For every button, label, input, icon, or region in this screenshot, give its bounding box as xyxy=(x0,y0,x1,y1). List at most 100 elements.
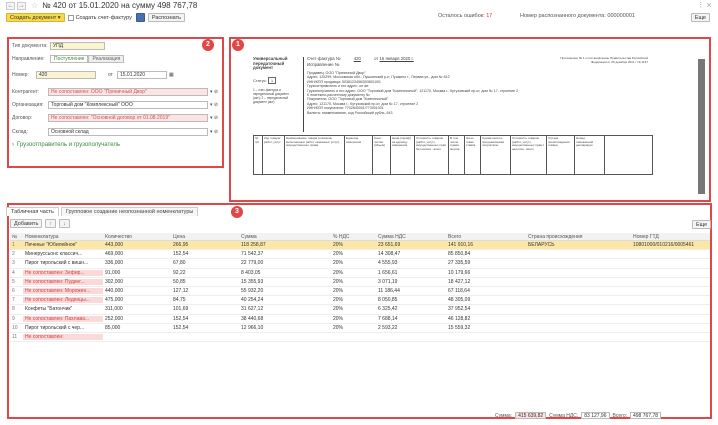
contract-field[interactable]: Не сопоставлен: "Основной договор от 01.… xyxy=(48,114,208,122)
move-up-icon[interactable]: ↑ xyxy=(45,219,57,228)
column-header[interactable]: Номенклатура xyxy=(23,234,103,240)
table-cell-qty: 311,000 xyxy=(105,306,123,313)
add-row-button[interactable]: Добавить xyxy=(10,219,43,228)
calendar-icon[interactable]: ▦ xyxy=(169,72,174,78)
region-badge-1: 1 xyxy=(232,39,244,51)
table-cell-qty: 336,000 xyxy=(105,260,124,267)
grid-more-button[interactable]: Еще xyxy=(692,220,712,229)
move-down-icon[interactable]: ↓ xyxy=(59,219,70,228)
table-row[interactable]: 7 Не сопоставлен: Леденцы... 475,000 84,75 4… xyxy=(10,296,710,306)
upd-table-header: Сумма налога, предъявляемая покупателю xyxy=(481,136,511,174)
column-header[interactable]: Всего xyxy=(446,234,526,240)
warehouse-field[interactable]: Основной склад xyxy=(48,128,208,136)
table-row[interactable]: 10 Пирог тирольский с чер... 85,000 152,54 1… xyxy=(10,324,710,333)
preview-scrollbar[interactable] xyxy=(698,59,705,194)
table-row[interactable]: 2 Минеруссьонс классич... 469,000 152,54 71 … xyxy=(10,250,710,260)
total-label: Всего: xyxy=(612,412,628,419)
column-header[interactable]: Сумма xyxy=(239,234,331,240)
upd-goods-table: № п/п Код товара/ работ, услуг Наименовани… xyxy=(253,135,653,175)
table-row[interactable]: 4 Не сопоставлен: Зефир... 91,000 92,22 8 40… xyxy=(10,269,710,278)
column-header[interactable]: Сумма НДС xyxy=(376,234,446,240)
column-header[interactable]: № xyxy=(10,234,23,240)
table-cell-n: 6 xyxy=(12,288,15,295)
direction-outgoing[interactable]: Реализация xyxy=(88,55,125,63)
table-cell-qty: 302,000 xyxy=(105,278,124,285)
create-document-button[interactable]: Создать документ ▾ xyxy=(6,13,65,22)
column-header[interactable]: Страна происхождения xyxy=(526,234,631,240)
window-controls[interactable]: ⋮ ⨯ xyxy=(697,1,712,9)
table-cell-n: 5 xyxy=(12,278,15,285)
table-cell-total: 48 305,09 xyxy=(448,297,471,304)
column-header[interactable]: Цена xyxy=(171,234,239,240)
table-cell-qty: 440,000 xyxy=(105,288,124,295)
table-cell-name: Не сопоставлен: Пудинг... xyxy=(23,278,103,285)
table-cell-price: 127,12 xyxy=(173,288,189,295)
table-cell-vat: 20% xyxy=(333,288,344,295)
direction-incoming[interactable]: Поступление xyxy=(50,55,89,63)
table-cell-price: 152,54 xyxy=(173,315,189,322)
contract-dropdown-icon[interactable]: ▾ ⊘ xyxy=(210,115,218,121)
errors-label: Осталось ошибок: 17 xyxy=(438,13,493,19)
table-row[interactable]: 6 Не сопоставлен: Морожен... 440,000 127,12… xyxy=(10,287,710,297)
upd-table-header: Стоимость товаров (работ, услуг), имущес… xyxy=(415,136,449,174)
table-cell-qty: 91,000 xyxy=(105,269,121,276)
table-row[interactable]: 8 Конфеты "Батончик" 311,000 101,69 31 627,1… xyxy=(10,305,710,315)
table-cell-price: 67,80 xyxy=(173,260,186,267)
date-field[interactable]: 15.01.2020 xyxy=(116,71,167,79)
table-cell-vat-sum: 11 186,44 xyxy=(378,288,400,295)
table-cell-name: Конфеты "Батончик" xyxy=(25,306,73,313)
table-cell-vat: 20% xyxy=(333,269,344,276)
table-cell-sum: 31 627,12 xyxy=(241,306,264,313)
table-cell-vat-sum: 23 651,69 xyxy=(378,242,401,249)
warehouse-dropdown-icon[interactable]: ▾ ⊘ xyxy=(210,129,218,135)
table-cell-name: Не сопоставлен: Морожен... xyxy=(23,288,103,295)
counterparty-field[interactable]: Не сопоставлен: ООО "Пряничный Двор" xyxy=(48,88,208,96)
document-header-panel: Тип документа: УПД Направление: Поступле… xyxy=(7,37,224,168)
table-cell-name: Печенье "Юбилейное" xyxy=(25,242,78,249)
tab-group-create-nomenclature[interactable]: Групповое создание неопознанной номенкла… xyxy=(60,207,199,216)
more-button[interactable]: Еще xyxy=(690,13,710,22)
column-header[interactable]: % НДС xyxy=(331,234,376,240)
tab-table-part[interactable]: Табличная часть xyxy=(6,207,59,216)
table-cell-vat-sum: 3 071,19 xyxy=(378,278,398,285)
table-row[interactable]: 9 Не сопоставлен: Пахлава... 252,000 152,54… xyxy=(10,315,710,324)
back-button[interactable]: ← xyxy=(6,1,15,10)
upd-table-header: Коли-чество (объем) xyxy=(373,136,391,174)
table-cell-name: Не сопоставлен: Леденцы... xyxy=(23,297,103,304)
table-row[interactable]: 5 Не сопоставлен: Пудинг... 302,000 50,85 15… xyxy=(10,278,710,287)
table-cell-price: 101,69 xyxy=(173,306,189,313)
organization-field[interactable]: Торговый дом "Комплексный" ООО xyxy=(48,101,208,109)
doc-type-field[interactable]: УПД xyxy=(50,42,105,50)
consignor-consignee-link[interactable]: Грузоотправитель и грузополучатель xyxy=(17,142,120,148)
table-row[interactable]: 3 Пирог тирольский с вишн... 336,000 67,80 2… xyxy=(10,259,710,269)
chevron-right-icon: › xyxy=(12,142,14,148)
table-cell-n: 3 xyxy=(12,260,15,267)
table-cell-qty: 443,000 xyxy=(105,242,124,249)
table-cell-vat-sum: 8 050,85 xyxy=(378,297,398,304)
save-icon[interactable] xyxy=(135,13,145,22)
table-cell-n: 1 xyxy=(12,242,15,249)
total-value: 498 767,78 xyxy=(630,412,662,419)
column-header[interactable]: Номер ГТД xyxy=(631,234,710,240)
column-header[interactable]: Количество xyxy=(103,234,171,240)
table-cell-n: 11 xyxy=(12,333,18,340)
forward-button[interactable]: → xyxy=(17,1,26,10)
number-field[interactable]: 420 xyxy=(36,71,96,79)
counterparty-dropdown-icon[interactable]: ▾ ⊘ xyxy=(210,89,218,95)
table-row[interactable]: 11 Не сопоставлен: xyxy=(10,333,710,343)
table-cell-vat-sum: 1 656,61 xyxy=(378,269,398,276)
table-cell-price: 266,95 xyxy=(173,242,189,249)
table-cell-vat: 20% xyxy=(333,306,344,313)
create-invoice-checkbox[interactable] xyxy=(67,14,74,21)
table-cell-total: 18 427,12 xyxy=(448,278,471,285)
upd-preview-page: Универсальный передаточный документ Стат… xyxy=(253,56,653,187)
warehouse-label: Склад: xyxy=(12,129,28,135)
recognize-button[interactable]: Распознать xyxy=(147,13,185,22)
table-row[interactable]: 1 Печенье "Юбилейное" 443,000 266,95 118 258… xyxy=(10,241,710,251)
organization-label: Организация: xyxy=(12,102,44,108)
upd-status-note: 1 – счет-фактура и передаточный документ… xyxy=(253,88,289,104)
table-cell-total: 46 128,82 xyxy=(448,315,471,322)
organization-dropdown-icon[interactable]: ▾ ⊘ xyxy=(210,102,218,108)
favorite-star-icon[interactable]: ☆ xyxy=(31,1,38,10)
upd-requisites: Продавец: ООО "Пряничный Двор" Адрес: 12… xyxy=(307,71,637,115)
